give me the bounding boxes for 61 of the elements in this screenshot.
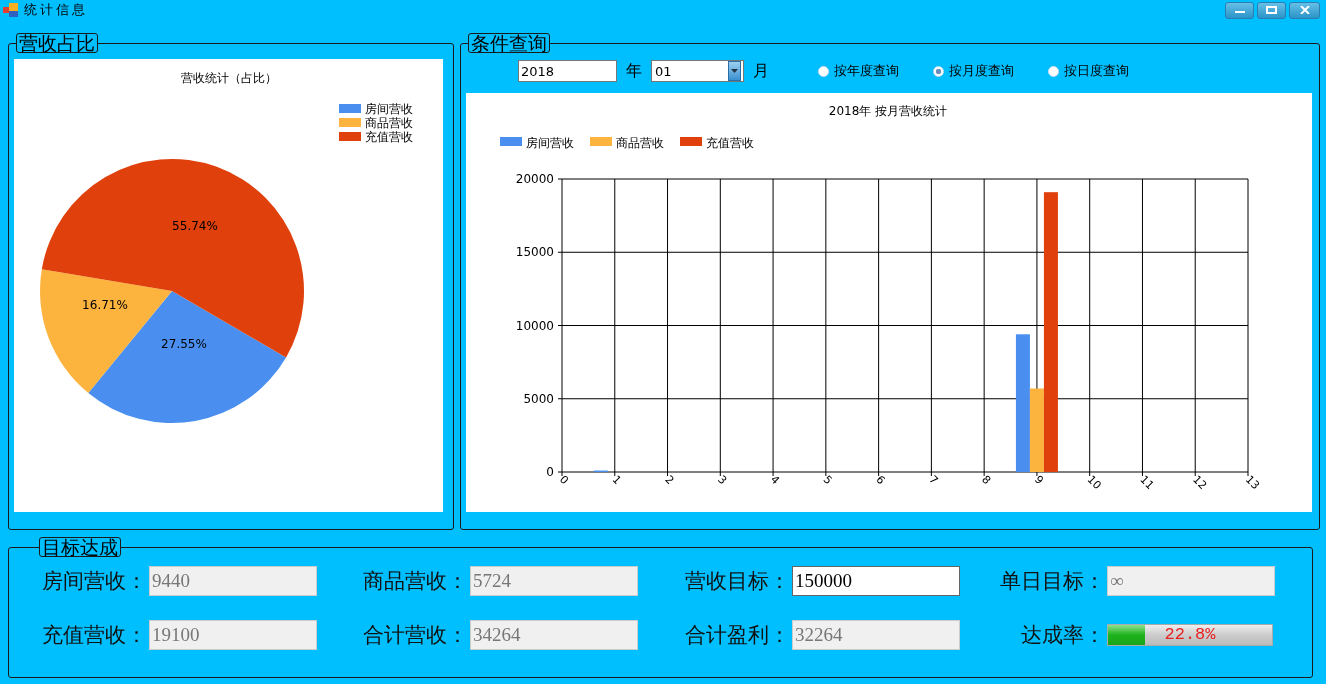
progress-text: 22.8% <box>1163 625 1217 645</box>
field-label: 合计盈利： <box>684 622 790 649</box>
radio-option[interactable]: 按年度查询 <box>818 62 901 80</box>
legend-label: 房间营收 <box>365 102 413 116</box>
slice-label: 16.71% <box>82 298 128 312</box>
axis-label: 20000 <box>515 172 554 186</box>
axis-label: 2 <box>662 472 677 488</box>
legend-label: 房间营收 <box>526 136 574 150</box>
group-title: 营收占比 <box>16 33 98 53</box>
axis-label: 13 <box>1242 472 1262 492</box>
year-field[interactable]: 2018 <box>518 60 617 82</box>
axis-label: 1 <box>609 472 624 488</box>
axis-label: 8 <box>979 472 994 488</box>
year-unit: 年 <box>626 60 642 82</box>
axis-label: 0 <box>556 472 571 488</box>
caret-icon <box>731 69 738 73</box>
field-label: 商品营收： <box>362 568 468 595</box>
slice-label: 55.74% <box>172 219 218 233</box>
axis-label: 6 <box>873 472 888 488</box>
group-title: 目标达成 <box>39 537 121 557</box>
maximize-icon <box>1266 6 1277 14</box>
radio-option[interactable]: 按月度查询 <box>933 62 1016 80</box>
axis-label: 9 <box>1031 472 1046 488</box>
group-title: 条件查询 <box>468 33 550 53</box>
legend-label: 充值营收 <box>706 136 754 150</box>
close-button[interactable] <box>1289 1 1320 19</box>
axis-label: 11 <box>1137 472 1157 492</box>
window-title: 统计信息 <box>24 1 88 19</box>
chart-title: 2018年 按月营收统计 <box>828 104 948 118</box>
axis-label: 3 <box>715 472 730 488</box>
legend-label: 充值营收 <box>365 130 413 144</box>
field-label: 营收目标： <box>684 568 790 595</box>
close-icon <box>1299 6 1310 14</box>
axis-label: 5 <box>820 472 835 488</box>
radio-button[interactable] <box>933 65 944 77</box>
radio-button[interactable] <box>1048 65 1059 77</box>
field-label: 充值营收： <box>41 622 147 649</box>
app-icon <box>3 3 18 17</box>
axis-label: 4 <box>767 472 783 488</box>
month-dropdown[interactable]: 01 <box>651 60 744 82</box>
input-field[interactable]: 150000 <box>792 566 960 596</box>
axis-label: 12 <box>1190 472 1210 492</box>
field-label: 合计营收： <box>362 622 468 649</box>
axis-label: 10000 <box>515 318 554 333</box>
field-label: 单日目标： <box>999 568 1105 595</box>
axis-label: 7 <box>926 472 941 488</box>
radio-option[interactable]: 按日度查询 <box>1048 62 1131 80</box>
legend-label: 商品营收 <box>365 116 413 130</box>
radio-button[interactable] <box>818 65 829 77</box>
slice-label: 27.55% <box>161 337 207 351</box>
field-label: 房间营收： <box>41 568 147 595</box>
legend-label: 商品营收 <box>616 136 664 150</box>
maximize-button[interactable] <box>1257 1 1286 19</box>
month-unit: 月 <box>753 60 769 82</box>
field-label: 达成率： <box>1020 622 1105 649</box>
minimize-button[interactable] <box>1225 1 1254 19</box>
axis-label: 0 <box>546 465 554 479</box>
axis-label: 15000 <box>515 245 554 260</box>
axis-label: 5000 <box>523 391 554 406</box>
chart-title: 营收统计（占比） <box>181 71 277 85</box>
axis-label: 10 <box>1084 472 1104 492</box>
